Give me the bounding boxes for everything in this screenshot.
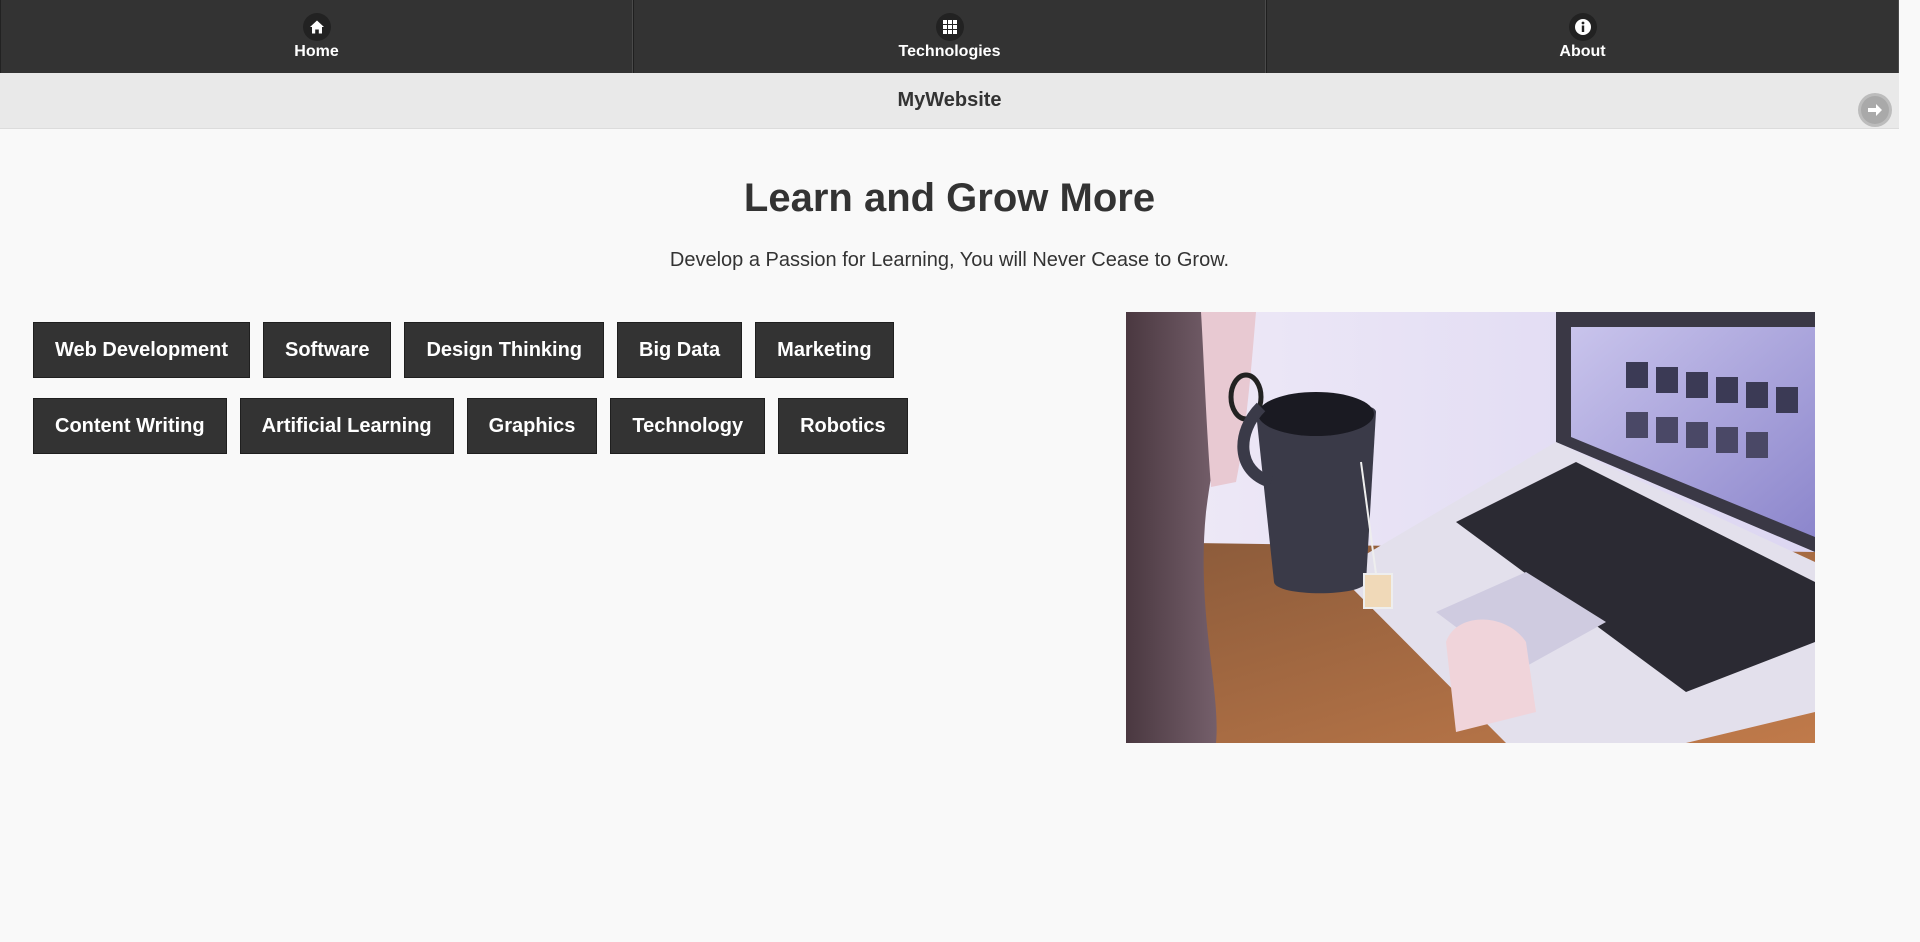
site-title: MyWebsite (897, 89, 1002, 111)
info-icon (1568, 12, 1597, 41)
arrow-right-icon (1861, 96, 1889, 124)
hero-subtitle: Develop a Passion for Learning, You will… (669, 249, 1230, 271)
home-icon (302, 12, 331, 41)
top-navbar: Home Technologies About (0, 0, 1899, 74)
page-header: MyWebsite (0, 73, 1899, 129)
nav-item-technologies[interactable]: Technologies (633, 0, 1266, 73)
page: Home Technologies About MyWebsite Learn … (0, 0, 1899, 942)
next-button[interactable] (1858, 93, 1892, 127)
topic-button-content-writing[interactable]: Content Writing (33, 398, 227, 454)
topic-button-robotics[interactable]: Robotics (778, 398, 908, 454)
topic-button-group: Web Development Software Design Thinking… (33, 322, 1093, 454)
nav-item-label: About (1559, 42, 1606, 60)
topic-button-design-thinking[interactable]: Design Thinking (404, 322, 605, 378)
hero-title: Learn and Grow More (743, 176, 1156, 220)
grid-icon (935, 12, 964, 41)
nav-item-label: Home (294, 42, 339, 60)
nav-item-home[interactable]: Home (0, 0, 633, 73)
topic-button-web-development[interactable]: Web Development (33, 322, 250, 378)
topic-button-artificial-learning[interactable]: Artificial Learning (239, 398, 454, 454)
topic-button-marketing[interactable]: Marketing (755, 322, 894, 378)
hero-photo (1126, 312, 1815, 743)
topic-button-big-data[interactable]: Big Data (617, 322, 743, 378)
topic-button-graphics[interactable]: Graphics (466, 398, 598, 454)
topic-button-software[interactable]: Software (263, 322, 392, 378)
topic-button-technology[interactable]: Technology (610, 398, 766, 454)
nav-item-label: Technologies (898, 42, 1001, 60)
nav-item-about[interactable]: About (1266, 0, 1899, 73)
